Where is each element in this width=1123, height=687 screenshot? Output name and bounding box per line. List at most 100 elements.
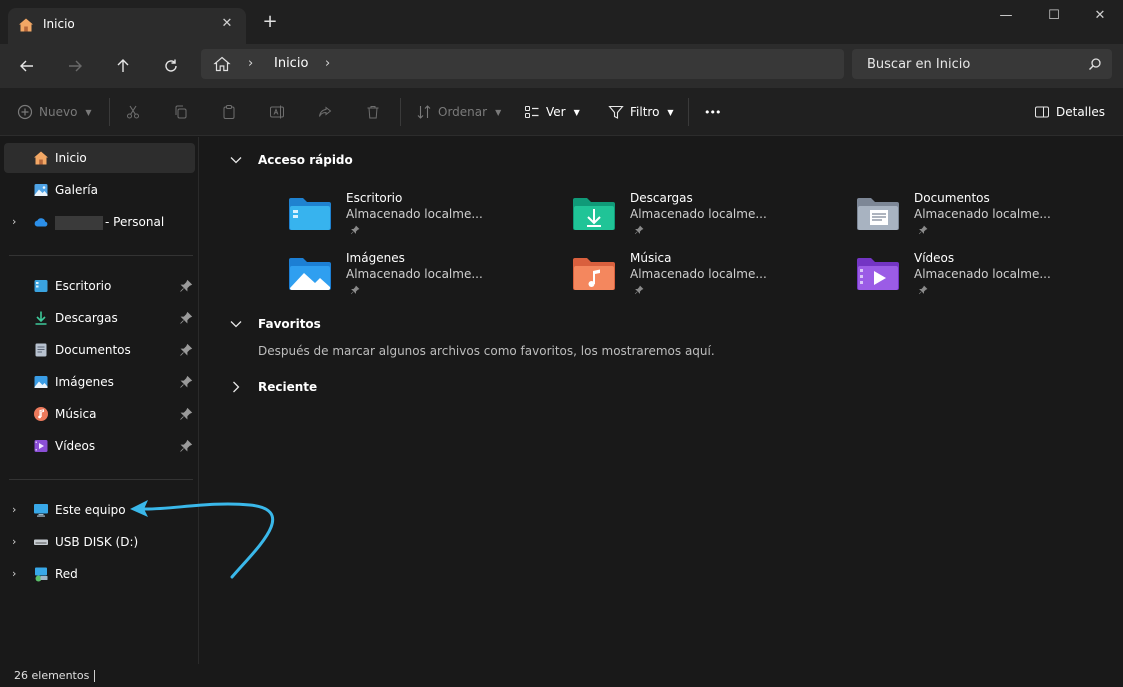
- sidebar-item-label: Galería: [55, 183, 98, 197]
- music-icon: [34, 407, 48, 421]
- back-button[interactable]: [13, 52, 41, 80]
- item-count: 26 elementos: [14, 669, 90, 682]
- chevron-right-icon[interactable]: ›: [325, 57, 337, 71]
- quick-access-item-videos[interactable]: Vídeos Almacenado localme...: [856, 249, 1076, 301]
- sidebar-item-este-equipo[interactable]: › Este equipo: [4, 495, 195, 525]
- search-input[interactable]: Buscar en Inicio: [867, 57, 970, 72]
- sidebar-item-escritorio[interactable]: Escritorio: [4, 271, 195, 301]
- chevron-right-icon[interactable]: ›: [248, 57, 260, 71]
- chevron-down-icon: ▼: [85, 107, 92, 117]
- arrow-up-icon: [117, 59, 129, 72]
- chevron-down-icon[interactable]: [228, 152, 244, 168]
- section-header-favorites[interactable]: Favoritos: [228, 314, 321, 334]
- sidebar-item-red[interactable]: › Red: [4, 559, 195, 589]
- view-list-icon: [525, 106, 539, 118]
- search-box[interactable]: Buscar en Inicio: [852, 49, 1112, 79]
- paste-button[interactable]: [221, 100, 237, 124]
- pin-icon: [350, 285, 360, 295]
- address-bar[interactable]: › Inicio ›: [201, 49, 844, 79]
- sidebar-item-label: Imágenes: [55, 375, 114, 389]
- account-type-label: - Personal: [105, 215, 165, 229]
- videos-icon: [34, 440, 48, 452]
- more-options-button[interactable]: •••: [704, 100, 721, 124]
- new-tab-button[interactable]: +: [261, 13, 279, 31]
- pin-icon[interactable]: [179, 311, 193, 325]
- share-button[interactable]: [317, 100, 333, 124]
- rename-icon: [270, 105, 284, 119]
- sidebar-item-label: Descargas: [55, 311, 118, 325]
- sidebar-item-descargas[interactable]: Descargas: [4, 303, 195, 333]
- new-label: Nuevo: [39, 105, 78, 119]
- refresh-button[interactable]: [157, 52, 185, 80]
- chevron-right-icon[interactable]: ›: [12, 535, 22, 549]
- section-header-recent[interactable]: Reciente: [228, 377, 317, 397]
- chevron-down-icon: ▼: [573, 107, 580, 117]
- pin-icon: [634, 225, 644, 235]
- usb-drive-icon: [34, 539, 48, 545]
- sort-button[interactable]: Ordenar ▼: [416, 100, 501, 124]
- pin-icon: [350, 225, 360, 235]
- computer-icon: [34, 504, 48, 517]
- up-button[interactable]: [109, 52, 137, 80]
- new-button[interactable]: Nuevo ▼: [17, 100, 92, 124]
- sidebar-item-galeria[interactable]: Galería: [4, 175, 195, 205]
- minimize-button[interactable]: —: [986, 4, 1026, 28]
- details-button[interactable]: Detalles: [1034, 100, 1105, 124]
- quick-access-item-descargas[interactable]: Descargas Almacenado localme...: [572, 189, 792, 241]
- details-label: Detalles: [1056, 105, 1105, 119]
- delete-button[interactable]: [365, 100, 381, 124]
- status-divider: [94, 670, 95, 682]
- sidebar-item-imagenes[interactable]: Imágenes: [4, 367, 195, 397]
- section-title: Favoritos: [258, 317, 321, 331]
- sidebar-item-videos[interactable]: Vídeos: [4, 431, 195, 461]
- sidebar-item-onedrive[interactable]: › - Personal: [4, 207, 195, 237]
- chevron-right-icon[interactable]: [228, 379, 244, 395]
- home-icon: [19, 18, 33, 32]
- redacted-account-name: [55, 215, 103, 230]
- home-icon: [34, 151, 48, 165]
- forward-button[interactable]: [61, 52, 89, 80]
- refresh-icon: [165, 59, 177, 72]
- sidebar-divider: [9, 255, 193, 256]
- pin-icon[interactable]: [179, 439, 193, 453]
- item-location: Almacenado localme...: [630, 267, 767, 281]
- scissors-icon: [127, 105, 139, 119]
- home-outline-icon: [213, 56, 231, 72]
- cut-button[interactable]: [125, 100, 141, 124]
- rename-button[interactable]: [269, 100, 285, 124]
- item-location: Almacenado localme...: [346, 267, 483, 281]
- tab-inicio[interactable]: Inicio ✕: [8, 8, 246, 44]
- section-title: Reciente: [258, 380, 318, 394]
- close-button[interactable]: ✕: [1080, 4, 1120, 28]
- plus-circle-icon: [17, 104, 33, 120]
- sidebar-item-documentos[interactable]: Documentos: [4, 335, 195, 365]
- chevron-right-icon[interactable]: ›: [12, 567, 22, 581]
- sort-icon: [417, 105, 431, 119]
- chevron-right-icon[interactable]: ›: [12, 215, 22, 229]
- quick-access-item-escritorio[interactable]: Escritorio Almacenado localme...: [288, 189, 508, 241]
- breadcrumb-inicio[interactable]: Inicio: [274, 56, 308, 71]
- pin-icon: [634, 285, 644, 295]
- pin-icon[interactable]: [179, 279, 193, 293]
- pin-icon[interactable]: [179, 375, 193, 389]
- sidebar-item-musica[interactable]: Música: [4, 399, 195, 429]
- details-pane-icon: [1035, 106, 1049, 118]
- section-header-quick-access[interactable]: Acceso rápido: [228, 150, 353, 170]
- quick-access-item-documentos[interactable]: Documentos Almacenado localme...: [856, 189, 1076, 241]
- chevron-down-icon[interactable]: [228, 316, 244, 332]
- more-options-icon: •••: [704, 105, 721, 119]
- pin-icon: [918, 285, 928, 295]
- tab-close-icon[interactable]: ✕: [218, 15, 236, 33]
- quick-access-item-imagenes[interactable]: Imágenes Almacenado localme...: [288, 249, 508, 301]
- maximize-button[interactable]: ☐: [1034, 4, 1074, 28]
- view-button[interactable]: Ver ▼: [524, 100, 580, 124]
- chevron-right-icon[interactable]: ›: [12, 503, 22, 517]
- sidebar-item-inicio[interactable]: Inicio: [4, 143, 195, 173]
- pin-icon[interactable]: [179, 407, 193, 421]
- pin-icon[interactable]: [179, 343, 193, 357]
- sidebar-item-usb-disk[interactable]: › USB DISK (D:): [4, 527, 195, 557]
- copy-button[interactable]: [173, 100, 189, 124]
- quick-access-item-musica[interactable]: Música Almacenado localme...: [572, 249, 792, 301]
- filter-button[interactable]: Filtro ▼: [608, 100, 674, 124]
- sidebar-item-label: - Personal: [55, 215, 164, 230]
